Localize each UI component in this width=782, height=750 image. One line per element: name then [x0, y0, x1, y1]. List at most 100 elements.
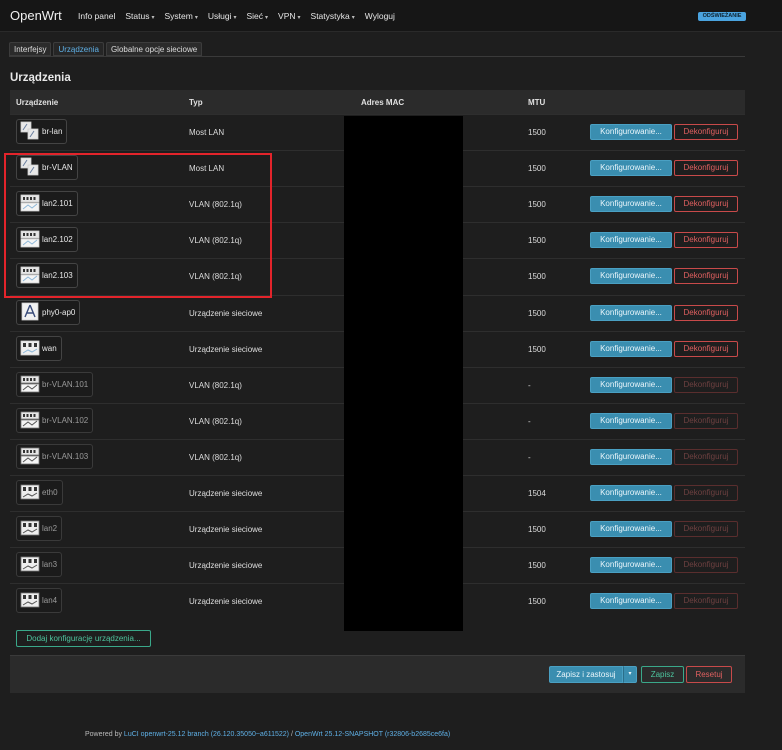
- configure-button[interactable]: Konfigurowanie...: [590, 196, 672, 213]
- deconfigure-button: Dekonfiguruj: [674, 485, 738, 501]
- deconfigure-button: Dekonfiguruj: [674, 448, 738, 465]
- configure-button[interactable]: Konfigurowanie...: [590, 160, 672, 177]
- device-type: Urządzenie sieciowe: [189, 489, 263, 498]
- device-mtu: 1500: [528, 525, 546, 535]
- device-badge: phy0-ap0: [16, 299, 81, 325]
- device-name: br-VLAN.102: [42, 415, 89, 425]
- section-title: Urządzenia: [10, 72, 71, 84]
- device-name: lan4: [42, 596, 58, 606]
- deconfigure-button[interactable]: Dekonfiguruj: [674, 268, 738, 285]
- device-badge: br-VLAN.101: [16, 371, 94, 397]
- device-type: Urządzenie sieciowe: [189, 561, 263, 571]
- table-header: Urządzenie Typ Adres MAC MTU: [10, 90, 745, 114]
- save-apply-button[interactable]: Zapisz i zastosuj: [549, 666, 623, 683]
- device-mtu: 1500: [528, 272, 546, 282]
- menu-item-label: Usługi: [207, 11, 232, 21]
- device-mtu: -: [528, 452, 531, 462]
- deconfigure-button: Dekonfiguruj: [674, 593, 738, 610]
- header-type: Typ: [189, 97, 203, 107]
- device-type: Urządzenie sieciowe: [189, 344, 263, 354]
- device-badge: br-VLAN.103: [16, 443, 94, 469]
- header-device: Urządzenie: [16, 97, 59, 107]
- highlight-box: [4, 153, 272, 298]
- save-apply-dropdown-toggle[interactable]: ▾: [623, 666, 637, 683]
- save-button[interactable]: Zapisz: [641, 666, 684, 683]
- device-badge: lan4: [16, 588, 63, 614]
- device-mtu: -: [528, 380, 531, 390]
- configure-button[interactable]: Konfigurowanie...: [590, 593, 672, 610]
- menu-item-label: System: [164, 11, 193, 21]
- device-mtu: 1500: [528, 308, 546, 318]
- device-mtu: 1500: [528, 164, 546, 174]
- chevron-down-icon: ▾: [233, 15, 237, 21]
- deconfigure-button: Dekonfiguruj: [674, 376, 738, 393]
- device-name: br-VLAN.103: [42, 451, 89, 461]
- menu-item-2[interactable]: System ▾: [164, 11, 197, 21]
- device-badge: eth0: [16, 480, 63, 505]
- tab-2[interactable]: Globalne opcje sieciowe: [105, 42, 203, 56]
- ethernet-icon: [20, 554, 42, 575]
- menu-item-5[interactable]: VPN ▾: [278, 11, 301, 21]
- menu-item-label: Sieć: [246, 11, 264, 21]
- openwrt-link[interactable]: OpenWrt 25.12-SNAPSHOT (r32806-b2685ce6f…: [295, 731, 450, 738]
- device-mtu: 1500: [528, 344, 546, 354]
- add-device-config-button[interactable]: Dodaj konfigurację urządzenia...: [16, 630, 151, 647]
- device-type: Most LAN: [189, 128, 225, 137]
- configure-button[interactable]: Konfigurowanie...: [590, 340, 672, 357]
- menu-item-label: Statystyka: [310, 11, 350, 21]
- ethernet-icon: [20, 482, 42, 503]
- deconfigure-button: Dekonfiguruj: [674, 521, 738, 538]
- luci-link[interactable]: LuCI openwrt-25.12 branch (26.120.35050~…: [124, 731, 289, 738]
- menu-item-6[interactable]: Statystyka ▾: [311, 11, 355, 21]
- deconfigure-button[interactable]: Dekonfiguruj: [674, 340, 738, 357]
- brand-logo[interactable]: OpenWrt: [10, 8, 62, 23]
- configure-button[interactable]: Konfigurowanie...: [590, 268, 672, 285]
- devices-table: Urządzenie Typ Adres MAC MTU br-lan Most…: [10, 90, 745, 614]
- deconfigure-button[interactable]: Dekonfiguruj: [674, 124, 738, 140]
- tab-divider: [9, 56, 745, 57]
- menu-item-7[interactable]: Wyloguj: [365, 11, 395, 21]
- deconfigure-button[interactable]: Dekonfiguruj: [674, 232, 738, 249]
- chevron-down-icon: ▾: [265, 15, 269, 21]
- menu-item-1[interactable]: Status ▾: [125, 11, 154, 21]
- configure-button[interactable]: Konfigurowanie...: [590, 304, 672, 321]
- deconfigure-button[interactable]: Dekonfiguruj: [674, 196, 738, 213]
- device-name: lan2: [42, 524, 58, 534]
- refresh-button[interactable]: ODŚWIEŻANIE: [698, 12, 746, 21]
- chevron-down-icon: ▾: [151, 15, 155, 21]
- menu-item-3[interactable]: Usługi ▾: [208, 11, 237, 21]
- device-name: phy0-ap0: [42, 307, 76, 317]
- menu-item-label: VPN: [278, 11, 296, 21]
- ethernet-icon: [20, 338, 42, 359]
- configure-button[interactable]: Konfigurowanie...: [590, 412, 672, 429]
- tab-0[interactable]: Interfejsy: [9, 42, 52, 56]
- deconfigure-button[interactable]: Dekonfiguruj: [674, 304, 738, 321]
- reset-button[interactable]: Resetuj: [686, 666, 732, 683]
- tab-bar: Interfejsy Urządzenia Globalne opcje sieci…: [9, 42, 203, 56]
- device-mtu: 1500: [528, 561, 546, 571]
- chevron-down-icon: ▾: [628, 671, 632, 677]
- configure-button[interactable]: Konfigurowanie...: [590, 124, 672, 140]
- device-badge: lan3: [16, 552, 63, 578]
- menu-item-0[interactable]: Info panel: [78, 11, 115, 21]
- device-type: VLAN (802.1q): [189, 380, 242, 390]
- configure-button[interactable]: Konfigurowanie...: [590, 448, 672, 465]
- deconfigure-button: Dekonfiguruj: [674, 412, 738, 429]
- device-mtu: 1500: [528, 200, 546, 210]
- device-type: Urządzenie sieciowe: [189, 597, 263, 607]
- deconfigure-button[interactable]: Dekonfiguruj: [674, 160, 738, 177]
- vlan-icon: [20, 374, 42, 395]
- menu-item-4[interactable]: Sieć ▾: [246, 11, 268, 21]
- configure-button[interactable]: Konfigurowanie...: [590, 232, 672, 249]
- configure-button[interactable]: Konfigurowanie...: [590, 521, 672, 538]
- configure-button[interactable]: Konfigurowanie...: [590, 376, 672, 393]
- device-mtu: 1500: [528, 128, 546, 137]
- device-name: eth0: [42, 488, 58, 497]
- device-badge: br-lan: [16, 119, 68, 144]
- wireless-icon: [20, 302, 42, 323]
- menu-item-label: Info panel: [78, 11, 116, 21]
- configure-button[interactable]: Konfigurowanie...: [590, 557, 672, 574]
- bridge-icon: [20, 121, 42, 142]
- configure-button[interactable]: Konfigurowanie...: [590, 485, 672, 501]
- tab-1[interactable]: Urządzenia: [53, 42, 104, 56]
